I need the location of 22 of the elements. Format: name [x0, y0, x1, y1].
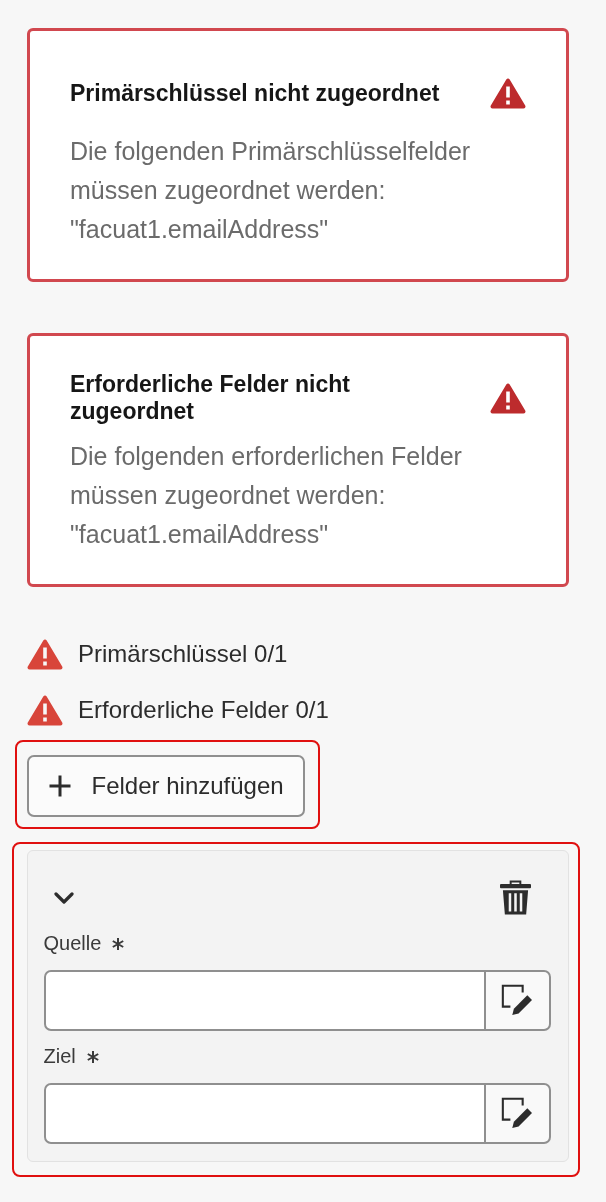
- add-fields-button[interactable]: Felder hinzufügen: [26, 754, 305, 817]
- field-label: Quelle: [43, 932, 102, 955]
- edit-button[interactable]: [485, 1082, 551, 1144]
- trash-icon[interactable]: [499, 880, 531, 915]
- check-label: Primärschlüssel 0/1: [78, 640, 288, 668]
- field-label: Ziel: [43, 1045, 76, 1068]
- alert-title: Primärschlüssel nicht zugeordnet: [70, 79, 441, 107]
- input-field[interactable]: [43, 1082, 486, 1144]
- alert-message: Die folgenden erforderlichen Felder müssen zugeordnet werden: "facuat1.emailAddress": [70, 441, 463, 550]
- warning-icon: [490, 382, 526, 414]
- alert-title: Erforderliche Felder nicht zugeordnet: [70, 371, 351, 425]
- check-label: Erforderliche Felder 0/1: [78, 696, 329, 724]
- edit-icon: [500, 983, 534, 1017]
- chevron-down-icon[interactable]: [53, 891, 74, 904]
- plus-icon: [47, 773, 72, 798]
- edit-icon: [500, 1096, 534, 1130]
- alert-message: Die folgenden Primärschlüsselfelder müssen zugeordnet werden: "facuat1.emailAddress": [70, 136, 472, 245]
- warning-icon: [27, 694, 63, 726]
- edit-button[interactable]: [485, 969, 551, 1031]
- warning-icon: [27, 638, 63, 670]
- input-field[interactable]: [43, 969, 486, 1031]
- warning-icon: [490, 77, 526, 109]
